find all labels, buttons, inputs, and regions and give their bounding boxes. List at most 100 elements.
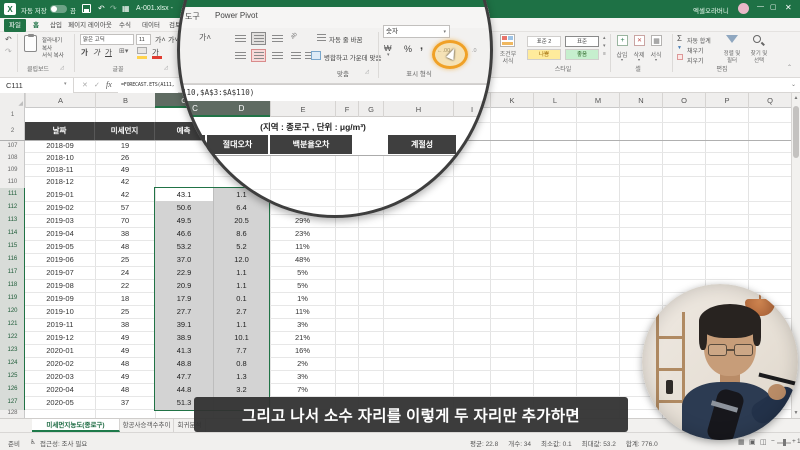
fill-button[interactable]: 채우기 [687, 46, 717, 55]
undo-icon[interactable]: ↶ [98, 4, 105, 13]
row-number[interactable]: 128 [0, 409, 25, 418]
cell-date[interactable]: 2019-07 [25, 266, 95, 279]
name-box-caret-icon[interactable]: ▾ [64, 81, 67, 87]
autosave-toggle[interactable] [50, 5, 67, 13]
row-number-selected[interactable]: 122 [0, 331, 25, 344]
cell-pct-error[interactable]: 23% [270, 227, 335, 240]
cell-dust[interactable]: 18 [95, 292, 155, 305]
row-number-selected[interactable]: 124 [0, 357, 25, 370]
cell-style-bad[interactable]: 나쁨 [527, 49, 561, 60]
cell-date[interactable]: 2018-09 [25, 140, 95, 152]
close-icon[interactable]: ✕ [785, 3, 792, 12]
header-abs-error[interactable]: 절대오차 [207, 135, 268, 154]
cell-dust[interactable]: 49 [95, 331, 155, 344]
cell-date[interactable]: 2020-04 [25, 383, 95, 396]
decrease-indent-icon[interactable] [291, 52, 301, 60]
cell-date[interactable]: 2019-03 [25, 214, 95, 227]
row-number-selected[interactable]: 113 [0, 214, 25, 227]
row-number-selected[interactable]: 111 [0, 188, 25, 201]
cell-date[interactable]: 2018-11 [25, 164, 95, 176]
row-number-selected[interactable]: 112 [0, 201, 25, 214]
row-number-selected[interactable]: 114 [0, 227, 25, 240]
cell-date[interactable]: 2019-06 [25, 253, 95, 266]
cell-dust[interactable]: 42 [95, 176, 155, 188]
paste-button[interactable] [24, 34, 37, 52]
maximize-icon[interactable]: ▢ [770, 3, 777, 11]
underline-button[interactable]: 가 [105, 47, 112, 58]
column-header-h[interactable]: H [383, 101, 453, 117]
enter-formula-icon[interactable]: ✓ [94, 81, 100, 89]
name-box[interactable]: C111 ▾ [0, 78, 74, 93]
column-header-b[interactable]: B [95, 93, 155, 108]
sheet-tab-2[interactable]: 항공사승객수추이 [120, 419, 174, 432]
number-format-select[interactable]: 숫자 ▾ [383, 25, 450, 38]
bold-button[interactable]: 가 [81, 47, 88, 58]
alignment-dialog-launcher-icon[interactable]: ◿ [365, 69, 369, 75]
styles-more-icon[interactable]: ≡ [603, 51, 606, 57]
comma-style-icon[interactable]: , [420, 40, 423, 52]
header-pct-error[interactable]: 백분율오차 [270, 135, 352, 154]
cell-dust[interactable]: 49 [95, 164, 155, 176]
ribbon-tab-홈[interactable]: 홈 [28, 19, 44, 32]
cell-pct-error[interactable]: 7% [270, 383, 335, 396]
column-header-i[interactable]: I [453, 101, 490, 117]
cell-date[interactable]: 2020-03 [25, 370, 95, 383]
row-number[interactable]: 1 [0, 108, 25, 122]
column-header-d[interactable]: D [213, 101, 270, 117]
cell-dust[interactable]: 37 [95, 396, 155, 409]
formula-bar-expand-icon[interactable]: ⌄ [791, 81, 796, 88]
header-seasonality[interactable]: 계절성 [388, 135, 456, 154]
row-number[interactable]: 110 [0, 176, 25, 188]
row-number-selected[interactable]: 125 [0, 370, 25, 383]
cell-pct-error[interactable]: 5% [270, 279, 335, 292]
row-number-selected[interactable]: 119 [0, 292, 25, 305]
column-header-a[interactable]: A [25, 93, 95, 108]
cell-pct-error[interactable]: 1% [270, 292, 335, 305]
minimize-icon[interactable]: — [757, 3, 764, 10]
cell-date[interactable]: 2020-05 [25, 396, 95, 409]
cell-style-normal2[interactable]: 표준 2 [527, 36, 561, 47]
undo-small-icon[interactable]: ↶ [5, 35, 12, 44]
cell-date[interactable]: 2019-10 [25, 305, 95, 318]
avatar[interactable] [738, 3, 749, 14]
accounting-format-icon[interactable]: ₩ [384, 44, 392, 53]
cell-date[interactable]: 2019-02 [25, 201, 95, 214]
cell-date[interactable]: 2019-09 [25, 292, 95, 305]
cell-date[interactable]: 2019-05 [25, 240, 95, 253]
formula-input[interactable]: =FORECAST.ETS(A111, [118, 78, 178, 93]
clipboard-dialog-launcher-icon[interactable]: ◿ [60, 65, 64, 71]
align-right-icon[interactable] [272, 52, 283, 60]
row-number-selected[interactable]: 127 [0, 396, 25, 409]
font-dialog-launcher-icon[interactable]: ◿ [164, 65, 168, 71]
cell-dust[interactable]: 19 [95, 140, 155, 152]
font-size-select[interactable]: 11 [136, 34, 151, 45]
ribbon-tab-수식[interactable]: 수식 [114, 19, 136, 32]
cell-dust[interactable]: 48 [95, 357, 155, 370]
cell-date[interactable]: 2020-01 [25, 344, 95, 357]
cell-style-normal[interactable]: 표준 [565, 36, 599, 47]
row-number-selected[interactable]: 121 [0, 318, 25, 331]
cell-dust[interactable]: 48 [95, 240, 155, 253]
styles-scroll-up-icon[interactable]: ▴ [603, 35, 606, 41]
scrollbar-thumb[interactable] [793, 106, 799, 158]
save-icon[interactable] [82, 4, 91, 13]
cell-date[interactable]: 2019-11 [25, 318, 95, 331]
column-header-g[interactable]: G [358, 101, 383, 117]
align-left-icon[interactable] [235, 52, 246, 60]
sheet-tab-1[interactable]: 미세먼지농도(종로구) [32, 419, 120, 432]
italic-button[interactable]: 가 [93, 47, 100, 58]
magnified-tab-tools[interactable]: 도구 [185, 11, 200, 22]
cell-dust[interactable]: 25 [95, 305, 155, 318]
cell-dust[interactable]: 26 [95, 152, 155, 164]
align-bottom-icon[interactable] [272, 35, 283, 43]
cell-pct-error[interactable]: 48% [270, 253, 335, 266]
column-header-c-magnified[interactable]: C [177, 101, 213, 117]
select-all-corner[interactable]: ◢ [0, 93, 25, 108]
fill-color-icon[interactable] [137, 47, 147, 54]
row-number[interactable]: 108 [0, 152, 25, 164]
wrap-text-button[interactable]: 자동 줄 바꿈 [329, 34, 377, 44]
row-number-selected[interactable]: 118 [0, 279, 25, 292]
align-middle-icon[interactable] [251, 32, 266, 45]
cell-dust[interactable]: 42 [95, 188, 155, 201]
font-name-select[interactable]: 맑은 고딕 [80, 34, 134, 45]
